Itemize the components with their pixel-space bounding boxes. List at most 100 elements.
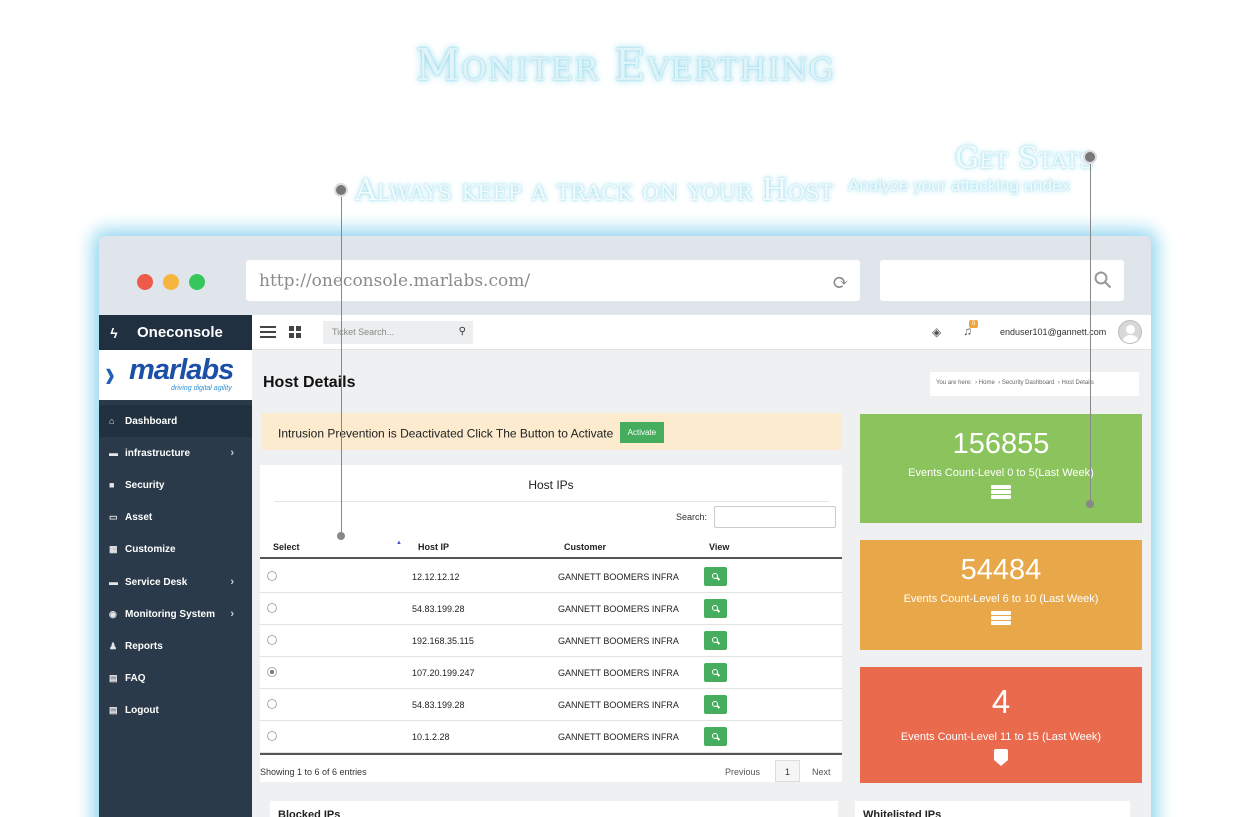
sidebar-item-asset[interactable]: ▭ Asset <box>99 502 252 534</box>
laptop-icon: ▭ <box>109 512 118 523</box>
refresh-icon[interactable]: ⟳ <box>832 270 849 294</box>
callout-pin <box>1083 150 1097 164</box>
customer-cell: GANNETT BOOMERS INFRA <box>558 732 679 742</box>
apps-grid-icon[interactable] <box>289 326 301 338</box>
customer-cell: GANNETT BOOMERS INFRA <box>558 572 679 582</box>
host-ip-cell: 107.20.199.247 <box>412 668 475 678</box>
column-header-host-ip[interactable]: Host IP <box>418 542 449 552</box>
whitelisted-ips-card: Whitelisted IPs <box>855 801 1130 817</box>
callout-pin <box>334 183 348 197</box>
stat-value: 156855 <box>952 428 1050 460</box>
sidebar-item-service-desk[interactable]: ▬ Service Desk › <box>99 566 252 598</box>
maximize-window-dot[interactable] <box>189 274 205 290</box>
stat-card-medium[interactable]: 54484 Events Count-Level 6 to 10 (Last W… <box>860 540 1142 650</box>
table-row: 12.12.12.12 GANNETT BOOMERS INFRA <box>260 561 842 593</box>
view-button[interactable] <box>704 567 727 586</box>
customer-cell: GANNETT BOOMERS INFRA <box>558 636 679 646</box>
bolt-icon: ϟ <box>110 324 118 341</box>
briefcase-icon: ▬ <box>109 577 118 588</box>
browser-search-input[interactable] <box>880 260 1124 301</box>
row-select-radio[interactable] <box>267 603 277 613</box>
sidebar-item-security[interactable]: ■ Security <box>99 469 252 501</box>
browser-window: http://oneconsole.marlabs.com/ ⟳ ϟ Oneco… <box>99 236 1151 817</box>
users-icon: ♟ <box>109 640 118 651</box>
stat-card-high[interactable]: 4 Events Count-Level 11 to 15 (Last Week… <box>860 667 1142 783</box>
row-select-radio[interactable] <box>267 699 277 709</box>
view-button[interactable] <box>704 631 727 650</box>
callout-line <box>1090 164 1091 502</box>
activate-button[interactable]: Activate <box>619 422 665 443</box>
server-icon <box>991 611 1011 626</box>
sidebar-item-infrastructure[interactable]: ▬ infrastructure › <box>99 437 252 469</box>
customer-cell: GANNETT BOOMERS INFRA <box>558 604 679 614</box>
blocked-ips-card: Blocked IPs <box>270 801 838 817</box>
row-select-radio[interactable] <box>267 635 277 645</box>
close-window-dot[interactable] <box>137 274 153 290</box>
view-button[interactable] <box>704 727 727 746</box>
sidebar-item-monitoring-system[interactable]: ◉ Monitoring System › <box>99 598 252 630</box>
sidebar-item-faq[interactable]: ▤ FAQ <box>99 663 252 695</box>
previous-page-button[interactable]: Previous <box>725 767 760 777</box>
stat-label: Events Count-Level 0 to 5(Last Week) <box>908 467 1094 479</box>
hamburger-menu-icon[interactable] <box>260 326 276 338</box>
grid-icon: ▦ <box>109 544 118 555</box>
company-logo: › marlabs driving digital agility <box>99 350 252 400</box>
sidebar-nav: ⌂ Dashboard ▬ infrastructure › ■ Securit… <box>99 405 252 727</box>
panel-title: Host IPs <box>528 478 574 492</box>
sidebar-item-reports[interactable]: ♟ Reports <box>99 630 252 662</box>
minimize-window-dot[interactable] <box>163 274 179 290</box>
tag-icon[interactable]: ◈ <box>932 325 941 339</box>
lock-icon: ■ <box>109 480 115 491</box>
table-search-input[interactable] <box>714 506 836 528</box>
host-ip-cell: 12.12.12.12 <box>412 572 460 582</box>
table-header: Select ▲ Host IP Customer View <box>260 535 842 559</box>
search-icon[interactable] <box>1094 271 1112 289</box>
sidebar-item-logout[interactable]: ▤ Logout <box>99 695 252 727</box>
view-button[interactable] <box>704 695 727 714</box>
intrusion-alert: Intrusion Prevention is Deactivated Clic… <box>261 413 842 450</box>
blocked-ips-title: Blocked IPs <box>278 809 341 817</box>
brand-name: Oneconsole <box>137 324 223 341</box>
table-row: 192.168.35.115 GANNETT BOOMERS INFRA <box>260 625 842 657</box>
brand-bar[interactable]: ϟ Oneconsole <box>99 315 252 350</box>
row-select-radio[interactable] <box>267 731 277 741</box>
row-select-radio[interactable] <box>267 571 277 581</box>
chevron-right-icon: › <box>230 447 234 460</box>
whitelisted-ips-title: Whitelisted IPs <box>863 809 942 817</box>
page-1-button[interactable]: 1 <box>775 760 800 782</box>
chevron-right-icon: › <box>230 576 234 589</box>
column-header-customer[interactable]: Customer <box>564 542 606 552</box>
address-bar[interactable]: http://oneconsole.marlabs.com/ ⟳ <box>246 260 860 301</box>
ticket-search-input[interactable]: Ticket Search... ⚲ <box>323 321 473 344</box>
view-button[interactable] <box>704 663 727 682</box>
eye-icon: ◉ <box>109 608 117 619</box>
table-footer: Showing 1 to 6 of 6 entries Previous 1 N… <box>260 753 842 782</box>
column-header-select[interactable]: Select <box>273 542 300 552</box>
stat-value: 54484 <box>960 554 1042 586</box>
stat-card-low[interactable]: 156855 Events Count-Level 0 to 5(Last We… <box>860 414 1142 523</box>
view-button[interactable] <box>704 599 727 618</box>
hero-title: Moniter Everthing <box>415 40 835 91</box>
table-row: 54.83.199.28 GANNETT BOOMERS INFRA <box>260 593 842 625</box>
search-icon[interactable]: ⚲ <box>459 326 466 337</box>
sidebar-item-dashboard[interactable]: ⌂ Dashboard <box>99 405 252 438</box>
entries-info: Showing 1 to 6 of 6 entries <box>260 767 367 777</box>
column-header-view: View <box>709 542 730 552</box>
host-ip-cell: 54.83.199.28 <box>412 604 465 614</box>
table-row: 107.20.199.247 GANNETT BOOMERS INFRA <box>260 657 842 689</box>
breadcrumb-home[interactable]: Home <box>979 380 995 386</box>
host-ip-cell: 10.1.2.28 <box>412 732 450 742</box>
row-select-radio[interactable] <box>267 667 277 677</box>
host-ip-cell: 192.168.35.115 <box>412 636 474 646</box>
chevron-right-icon: › <box>230 608 234 621</box>
host-ip-cell: 54.83.199.28 <box>412 700 465 710</box>
stats-subcaption: Analyze your attacking undex <box>848 176 1071 195</box>
server-icon <box>991 485 1011 500</box>
next-page-button[interactable]: Next <box>812 767 831 777</box>
breadcrumb-security-dashboard[interactable]: Security Dashboard <box>1002 380 1055 386</box>
briefcase-icon: ▬ <box>109 448 118 459</box>
sort-ascending-icon[interactable]: ▲ <box>396 540 402 546</box>
avatar[interactable] <box>1118 320 1142 344</box>
host-caption: Always keep a track on your Host <box>355 173 834 208</box>
sidebar-item-customize[interactable]: ▦ Customize <box>99 534 252 566</box>
